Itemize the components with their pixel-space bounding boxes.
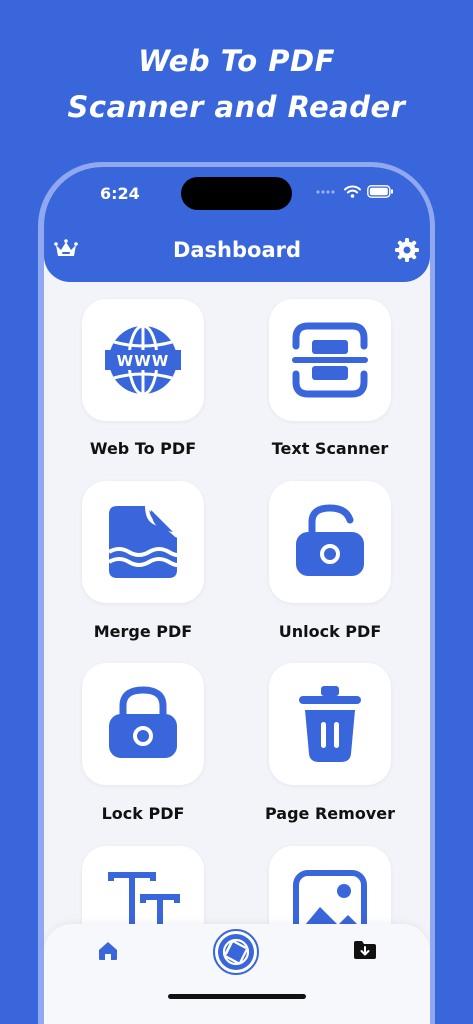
unlock-icon [296, 504, 364, 576]
cellular-signal-icon [316, 189, 335, 194]
status-icons [316, 185, 394, 198]
folder-download-icon [354, 941, 376, 959]
tile-label-page-remover: Page Remover [265, 804, 395, 823]
promo-title-line1: Web To PDF [138, 44, 335, 78]
lock-icon [109, 686, 177, 758]
nav-camera-scan[interactable] [213, 929, 259, 979]
tile-label-merge-pdf: Merge PDF [93, 622, 193, 641]
merge-document-icon [107, 505, 181, 578]
home-indicator [168, 994, 306, 999]
text-scanner-icon [292, 322, 368, 398]
tile-merge-pdf[interactable] [82, 481, 204, 603]
status-time: 6:24 [100, 184, 140, 203]
page-title: Dashboard [172, 238, 302, 262]
camera-aperture-icon [213, 929, 259, 975]
tile-page-remover[interactable] [269, 663, 391, 785]
home-icon [99, 942, 117, 960]
tile-text-scanner[interactable] [269, 299, 391, 421]
tile-unlock-pdf[interactable] [269, 481, 391, 603]
tile-label-lock-pdf: Lock PDF [101, 804, 185, 823]
wifi-icon [344, 185, 361, 198]
tile-web-to-pdf[interactable]: WWW [82, 299, 204, 421]
promo-title-line2: Scanner and Reader [67, 90, 406, 124]
tile-label-web-to-pdf: Web To PDF [89, 439, 197, 458]
tile-label-text-scanner: Text Scanner [271, 439, 389, 458]
svg-text:WWW: WWW [117, 352, 170, 370]
nav-downloads[interactable] [353, 939, 377, 965]
dynamic-island [181, 177, 292, 210]
tile-lock-pdf[interactable] [82, 663, 204, 785]
trash-icon [299, 686, 361, 762]
settings-gear-icon[interactable] [394, 237, 420, 267]
globe-www-icon: WWW [105, 324, 181, 396]
battery-icon [367, 185, 393, 198]
nav-home[interactable] [97, 940, 119, 966]
app-screen: 6:24 Dashboard WWW Web To PDF Text Scann… [44, 167, 430, 1024]
bottom-navigation [44, 924, 430, 1024]
tile-label-unlock-pdf: Unlock PDF [278, 622, 382, 641]
header-bar: 6:24 Dashboard [44, 167, 430, 282]
